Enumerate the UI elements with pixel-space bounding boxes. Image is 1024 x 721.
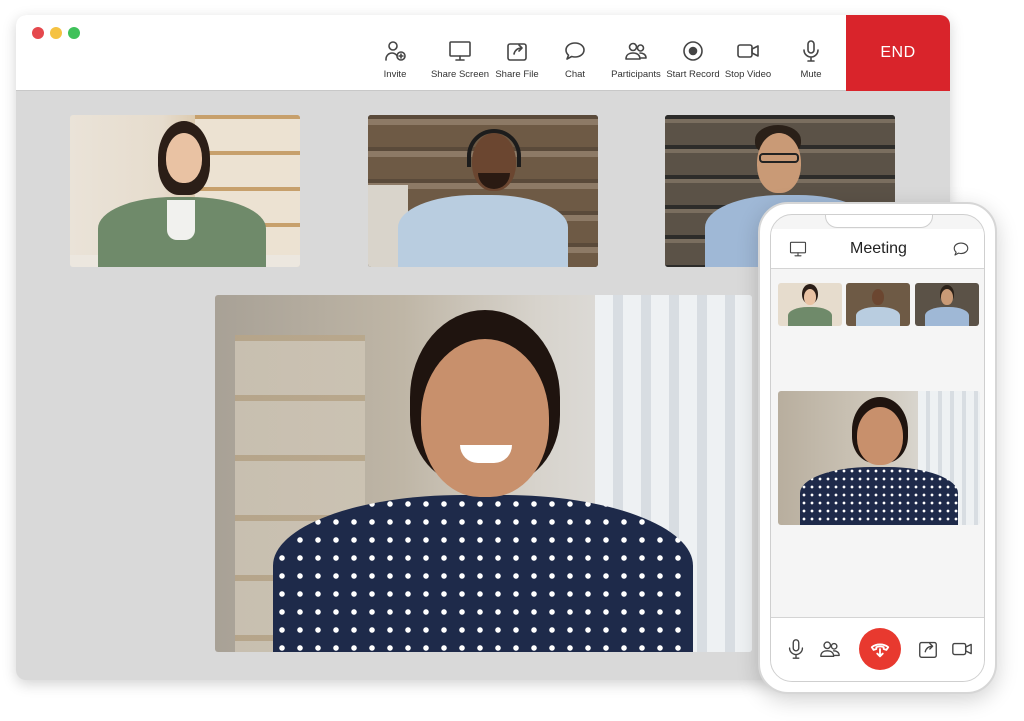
phone-video-button[interactable] <box>951 638 973 665</box>
minimize-window-button[interactable] <box>50 27 62 39</box>
phone-header: Meeting <box>771 229 984 269</box>
share-file-icon <box>919 641 937 658</box>
microphone-icon <box>803 40 819 62</box>
phone-thumb-man-headphones[interactable] <box>846 283 910 326</box>
participants-button[interactable]: Participants <box>610 39 662 80</box>
close-window-button[interactable] <box>32 27 44 39</box>
record-icon <box>683 41 703 61</box>
share-file-button[interactable]: Share File <box>494 39 540 80</box>
participant-face <box>166 133 202 183</box>
phone-screen: Meeting <box>770 214 985 682</box>
start-record-button[interactable]: Start Record <box>666 39 720 80</box>
share-file-label: Share File <box>495 69 539 80</box>
main-video-woman-polka-dot[interactable] <box>215 295 752 652</box>
share-screen-label: Share Screen <box>430 69 490 80</box>
participant-body <box>925 307 969 326</box>
chat-bubble-icon <box>953 242 969 256</box>
participant-shirt <box>167 200 195 240</box>
invite-button[interactable]: Invite <box>376 39 414 80</box>
monitor-icon <box>449 41 471 61</box>
glasses-icon <box>759 153 799 163</box>
share-file-icon <box>507 43 527 61</box>
microphone-icon <box>788 639 804 659</box>
chat-bubble-icon <box>565 42 585 60</box>
mute-label: Mute <box>800 69 822 80</box>
participant-face <box>804 289 816 305</box>
stage: Invite Share Screen Share File Chat Part… <box>0 0 1024 721</box>
phone-share-file-button[interactable] <box>917 638 939 665</box>
phone-thumb-man-glasses[interactable] <box>915 283 979 326</box>
phone-notch <box>825 215 933 228</box>
add-user-icon <box>385 41 406 61</box>
share-screen-button[interactable]: Share Screen <box>430 39 490 80</box>
phone-bottom-bar <box>771 617 984 681</box>
people-icon <box>820 641 840 658</box>
invite-label: Invite <box>383 69 407 80</box>
people-icon <box>625 42 647 60</box>
participant-face <box>757 133 801 193</box>
mute-button[interactable]: Mute <box>796 39 826 80</box>
chat-button[interactable]: Chat <box>560 39 590 80</box>
participant-body <box>273 495 693 652</box>
phone-mockup: Meeting <box>758 202 997 694</box>
stop-video-label: Stop Video <box>724 69 772 80</box>
phone-participants-button[interactable] <box>819 638 841 665</box>
chat-label: Chat <box>564 69 586 80</box>
window-controls <box>32 27 80 39</box>
toolbar-actions: Invite Share Screen Share File Chat Part… <box>376 39 826 80</box>
video-tile-woman-green-cardigan[interactable] <box>70 115 300 267</box>
stop-video-button[interactable]: Stop Video <box>724 39 772 80</box>
toolbar: Invite Share Screen Share File Chat Part… <box>16 15 950 91</box>
participant-face <box>941 289 953 305</box>
phone-thumb-woman-green-cardigan[interactable] <box>778 283 842 326</box>
participant-body <box>800 467 958 525</box>
participant-body <box>398 195 568 267</box>
phone-hang-up-button[interactable] <box>859 628 901 670</box>
participant-body <box>788 307 832 326</box>
video-camera-icon <box>737 44 759 58</box>
hang-up-icon <box>870 643 890 658</box>
participant-body <box>856 307 900 326</box>
phone-mute-button[interactable] <box>785 638 807 665</box>
participants-label: Participants <box>611 69 661 80</box>
phone-chat-button[interactable] <box>952 240 970 263</box>
video-camera-icon <box>952 642 972 656</box>
video-tile-man-headphones[interactable] <box>368 115 598 267</box>
end-call-button[interactable]: END <box>846 15 950 91</box>
phone-main-video[interactable] <box>778 391 980 525</box>
participant-face <box>421 339 549 497</box>
maximize-window-button[interactable] <box>68 27 80 39</box>
start-record-label: Start Record <box>666 69 720 80</box>
participant-face <box>872 289 884 305</box>
participant-face <box>857 407 903 465</box>
